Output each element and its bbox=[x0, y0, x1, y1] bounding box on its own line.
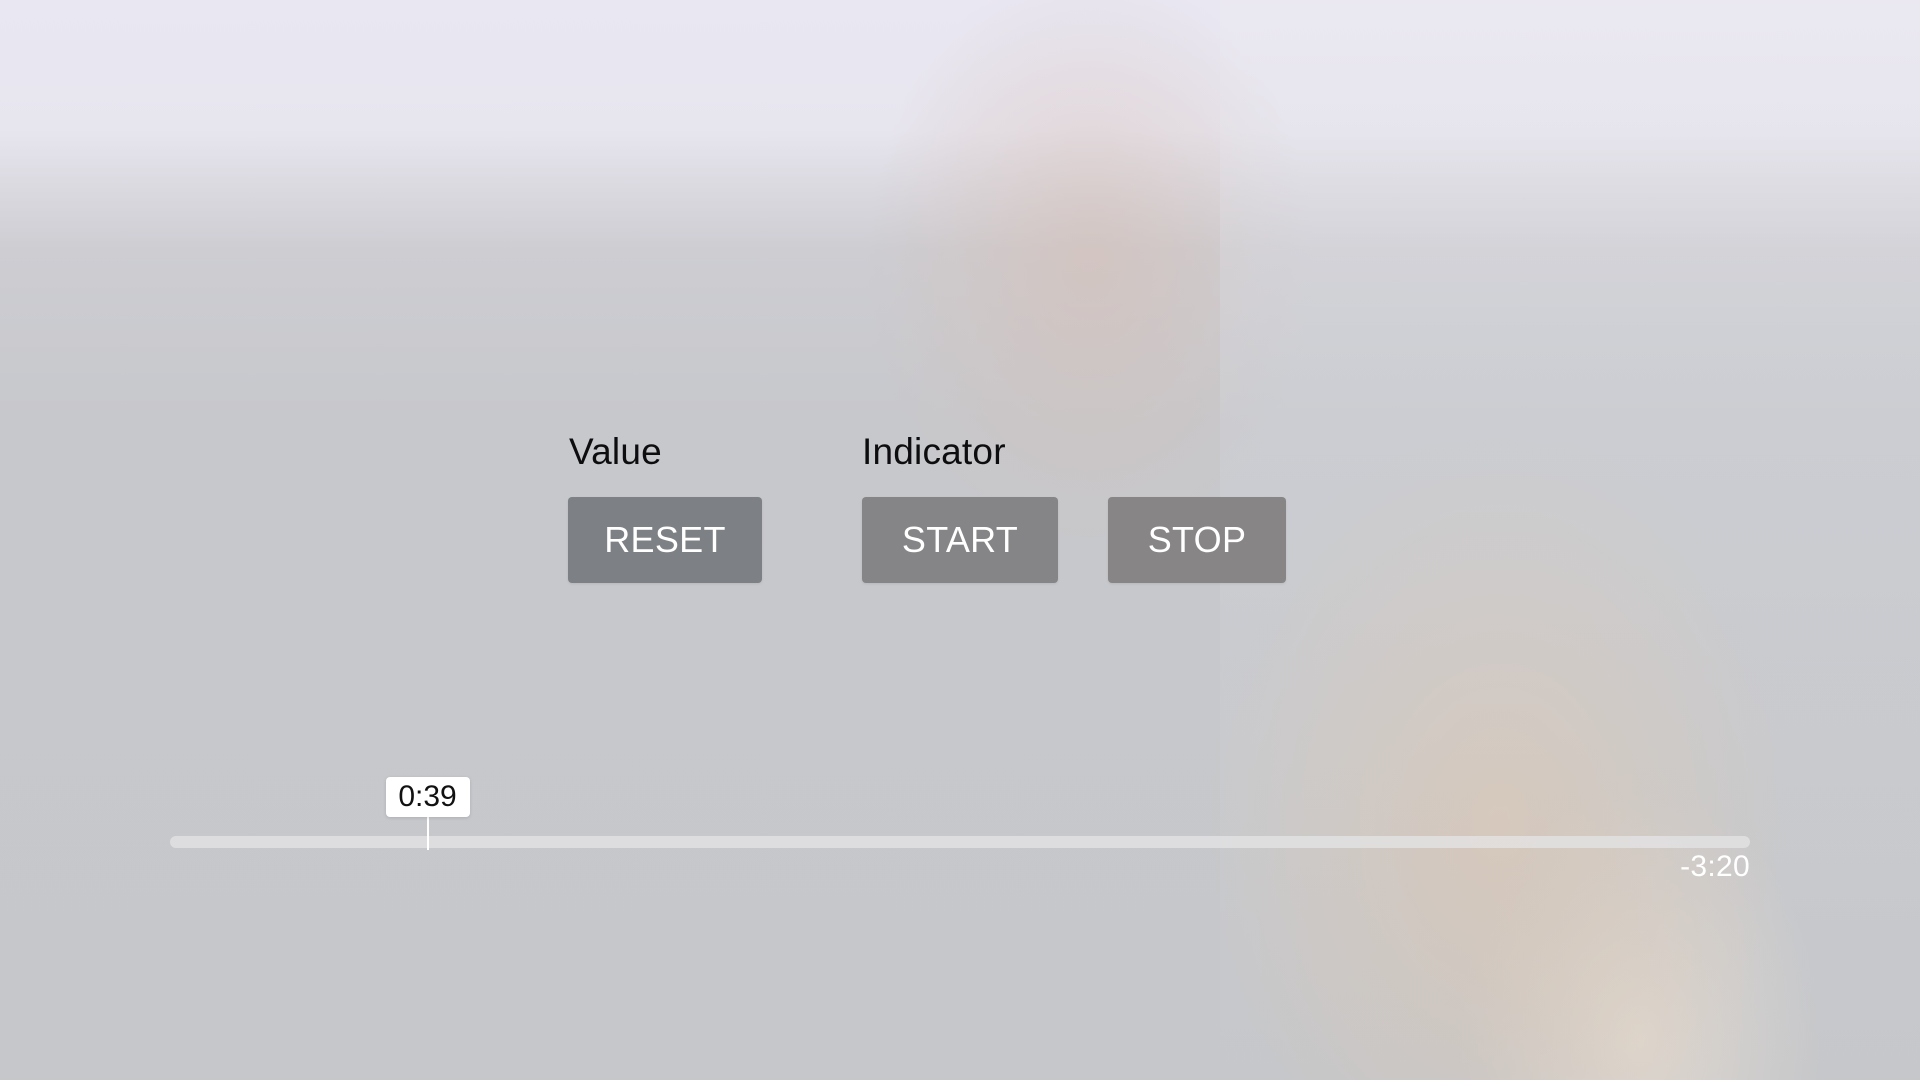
background-highlight bbox=[1220, 0, 1920, 1080]
current-time-bubble: 0:39 bbox=[385, 777, 470, 817]
playhead-marker[interactable] bbox=[426, 816, 429, 850]
start-button[interactable]: START bbox=[862, 497, 1058, 583]
reset-button[interactable]: RESET bbox=[568, 497, 762, 583]
value-section-label: Value bbox=[569, 431, 662, 472]
playback-progress-track[interactable] bbox=[170, 836, 1750, 848]
indicator-section-label: Indicator bbox=[862, 431, 1006, 472]
stop-button[interactable]: STOP bbox=[1108, 497, 1286, 583]
remaining-time-label: -3:20 bbox=[1680, 850, 1750, 883]
